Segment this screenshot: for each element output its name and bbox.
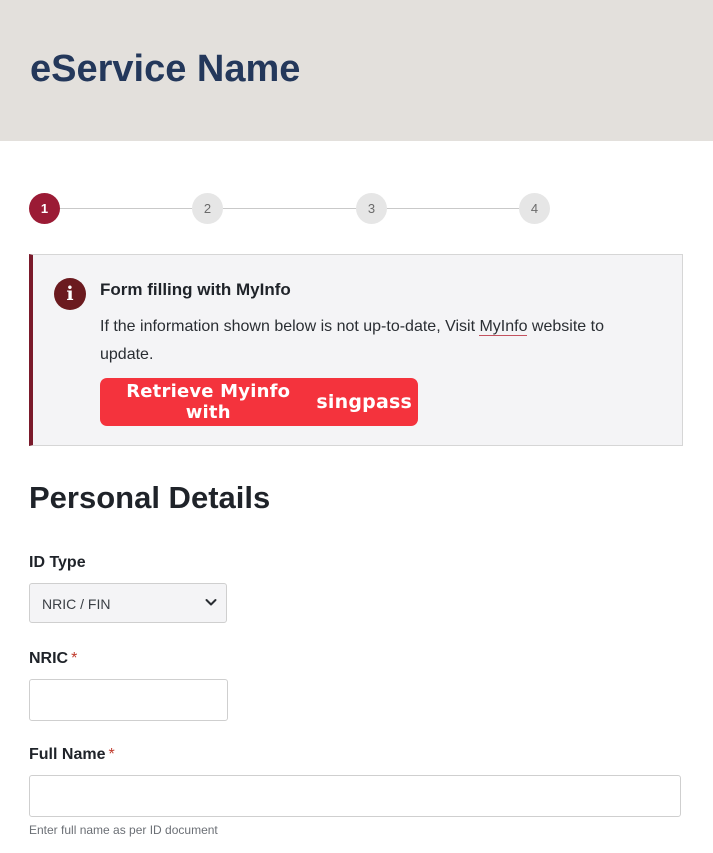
progress-stepper: 1 2 3 4 [29,193,550,224]
chevron-down-icon [205,599,217,606]
required-marker: * [108,746,115,763]
callout-text-before: If the information shown below is not up… [100,318,480,335]
myinfo-link[interactable]: MyInfo [479,318,528,336]
nric-label: NRIC * [29,650,77,668]
step-1[interactable]: 1 [29,193,60,224]
step-connector [223,208,356,209]
required-marker: * [71,650,78,667]
nric-input[interactable] [29,679,228,721]
step-connector [387,208,519,209]
page-header: eService Name [0,0,713,141]
step-3[interactable]: 3 [356,193,387,224]
full-name-input[interactable] [29,775,681,817]
id-type-label: ID Type [29,554,86,571]
full-name-label: Full Name * [29,746,115,764]
nric-label-text: NRIC [29,650,69,667]
section-title: Personal Details [29,480,271,515]
page-title: eService Name [30,48,301,90]
step-connector [60,208,192,209]
singpass-logo: singpass [316,391,412,413]
callout-text: If the information shown below is not up… [100,313,640,369]
info-icon: i [54,278,86,310]
full-name-hint: Enter full name as per ID document [29,823,218,837]
callout-title: Form filling with MyInfo [100,280,291,299]
myinfo-callout: i Form filling with MyInfo If the inform… [29,254,683,446]
retrieve-myinfo-label: Retrieve Myinfo with [126,381,291,423]
id-type-value: NRIC / FIN [42,596,111,612]
retrieve-myinfo-button[interactable]: Retrieve Myinfo with singpass [100,378,418,426]
step-4[interactable]: 4 [519,193,550,224]
full-name-label-text: Full Name [29,746,106,763]
id-type-select[interactable]: NRIC / FIN [29,583,227,623]
step-2[interactable]: 2 [192,193,223,224]
